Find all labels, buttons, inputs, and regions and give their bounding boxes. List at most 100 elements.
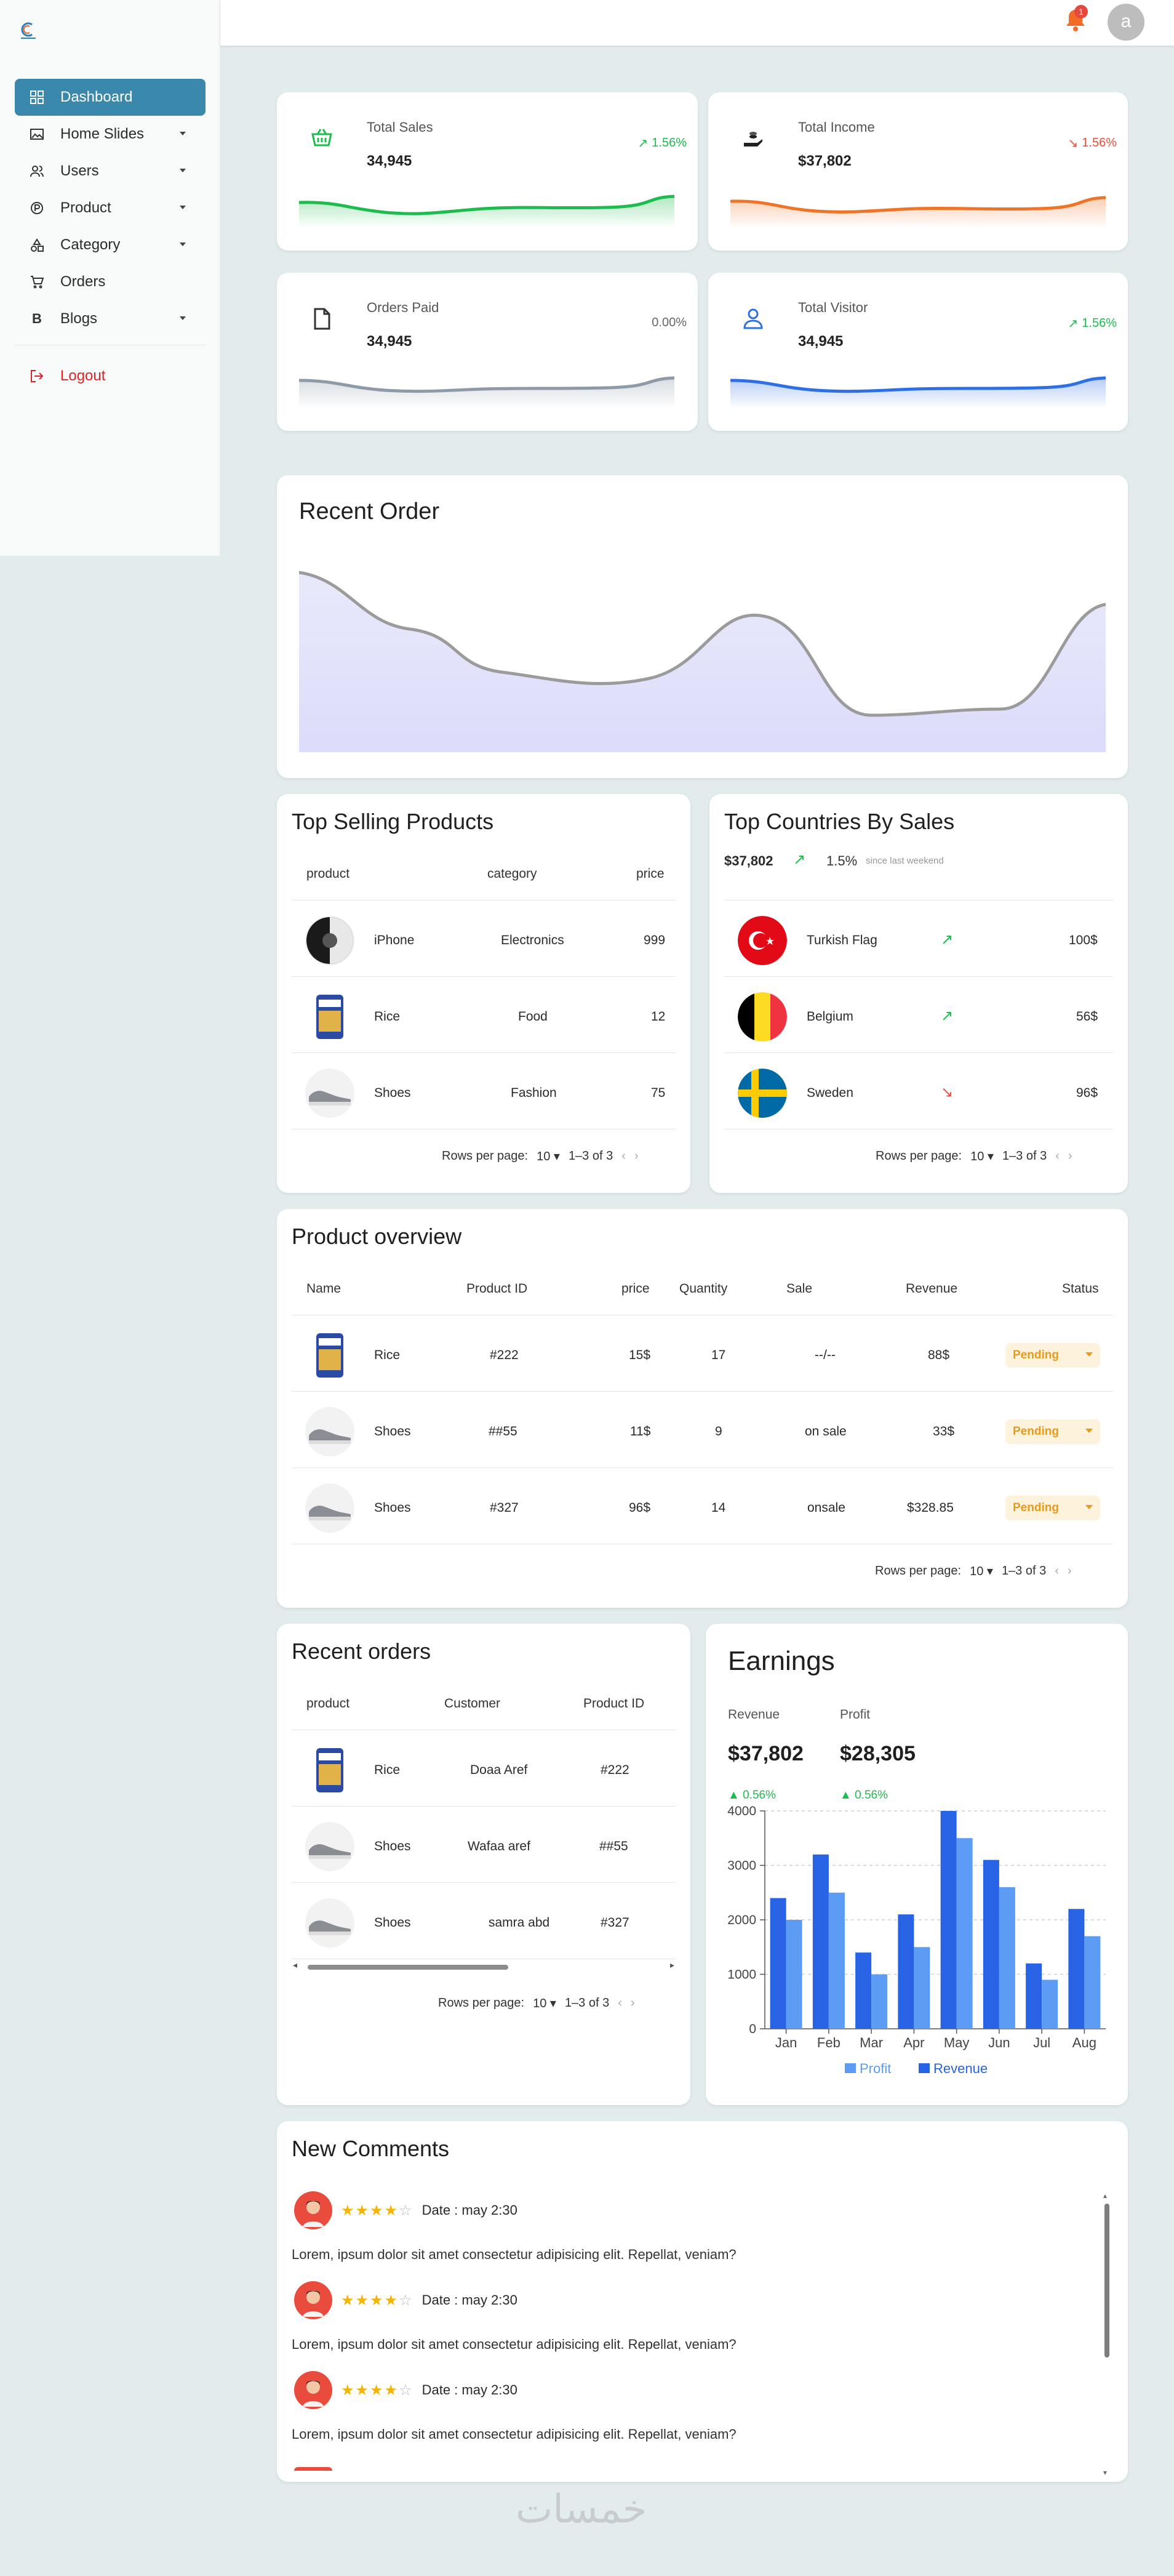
scroll-up-icon[interactable]: ▴ xyxy=(1103,2191,1107,2200)
scroll-right-icon[interactable]: ▸ xyxy=(670,1960,674,1970)
rows-per-page-select[interactable]: 10 ▾ xyxy=(533,1996,556,2011)
chevron-down-icon xyxy=(1085,1352,1093,1357)
comment-date: Date : may 2:30 xyxy=(421,2292,517,2308)
trend-up-icon: ↗ xyxy=(1068,317,1079,331)
rice-thumbnail xyxy=(305,992,354,1041)
column-header-revenue[interactable]: Revenue xyxy=(906,1282,957,1296)
sidebar-item-label: Product xyxy=(60,199,111,216)
card-title: Top Selling Products xyxy=(292,809,494,834)
column-header-product-id[interactable]: Product ID xyxy=(583,1696,644,1711)
x-tick-label: Jan xyxy=(775,2035,797,2050)
prev-page-button[interactable]: ‹ xyxy=(1055,1564,1059,1578)
customer-name: Doaa Aref xyxy=(470,1763,528,1777)
sidebar-item-home-slides[interactable]: Home Slides xyxy=(15,116,206,153)
column-header-price[interactable]: price xyxy=(621,1282,650,1296)
app-logo-icon[interactable] xyxy=(16,17,41,42)
next-page-button[interactable]: › xyxy=(634,1149,639,1163)
stat-card-total-sales: Total Sales 34,945 ↗ 1.56% xyxy=(277,92,698,251)
countries-since: since last weekend xyxy=(866,856,944,866)
table-pagination: Rows per page: 10 ▾ 1–3 of 3 ‹ › xyxy=(876,1149,1072,1164)
y-tick-label: 4000 xyxy=(727,1804,756,1818)
shoes-thumbnail xyxy=(305,1069,354,1118)
sidebar-item-product[interactable]: Product xyxy=(15,190,206,227)
row-divider xyxy=(724,900,1113,901)
product-name: Shoes xyxy=(374,1501,411,1515)
sidebar-item-dashboard[interactable]: Dashboard xyxy=(15,79,206,116)
column-header-product[interactable]: product xyxy=(306,1696,349,1711)
revenue-label: Revenue xyxy=(728,1707,780,1722)
user-icon xyxy=(743,308,763,329)
x-tick-label: Jul xyxy=(1033,2035,1050,2050)
watermark-logo: خمسات xyxy=(516,2487,647,2532)
profit-value: $28,305 xyxy=(840,1742,916,1765)
sidebar-item-blogs[interactable]: B Blogs xyxy=(15,300,206,337)
comment-date: Date : may 2:30 xyxy=(421,2382,517,2397)
bar-profit xyxy=(1042,1980,1058,2029)
rice-thumbnail xyxy=(305,1746,354,1795)
trend-down-icon: ↘ xyxy=(1068,137,1079,150)
stat-card-orders-paid: Orders Paid 34,945 0.00% xyxy=(277,273,698,431)
bar-profit xyxy=(914,1947,930,2029)
horizontal-scrollbar[interactable]: ◂ ▸ xyxy=(292,1960,676,1972)
next-page-button[interactable]: › xyxy=(1068,1564,1072,1578)
column-header-status[interactable]: Status xyxy=(1062,1282,1099,1296)
column-header-sale[interactable]: Sale xyxy=(786,1282,812,1296)
bar-revenue xyxy=(1026,1963,1042,2029)
chevron-down-icon xyxy=(180,169,186,172)
top-selling-card: Top Selling Products product category pr… xyxy=(277,794,690,1193)
column-header-quantity[interactable]: Quantity xyxy=(679,1282,727,1296)
card-title: Top Countries By Sales xyxy=(724,809,955,834)
scroll-left-icon[interactable]: ◂ xyxy=(293,1960,297,1970)
prev-page-button[interactable]: ‹ xyxy=(1055,1149,1060,1163)
column-header-category[interactable]: category xyxy=(487,867,537,881)
sidebar-item-orders[interactable]: Orders xyxy=(15,263,206,300)
stat-label: Total Income xyxy=(798,119,875,135)
bar-revenue xyxy=(983,1860,999,2029)
product-price: 999 xyxy=(644,933,666,947)
rows-per-page-select[interactable]: 10 ▾ xyxy=(970,1149,994,1164)
sidebar-item-category[interactable]: Category xyxy=(15,227,206,263)
scroll-down-icon[interactable]: ▾ xyxy=(1103,2468,1107,2477)
next-page-button[interactable]: › xyxy=(631,1996,635,2010)
new-comments-card: New Comments ★★★★☆ Date : may 2:30 Lorem… xyxy=(277,2121,1128,2482)
bar-revenue xyxy=(898,1914,914,2029)
stat-value: $37,802 xyxy=(798,153,852,169)
rows-per-page-select[interactable]: 10 ▾ xyxy=(970,1563,993,1579)
product-price: 11$ xyxy=(630,1424,651,1438)
product-id: #327 xyxy=(490,1501,519,1515)
status-select[interactable]: Pending xyxy=(1005,1496,1100,1520)
category-icon xyxy=(30,238,44,252)
scrollbar-thumb[interactable] xyxy=(1104,2204,1109,2357)
status-select[interactable]: Pending xyxy=(1005,1419,1100,1444)
stat-label: Total Visitor xyxy=(798,300,868,315)
x-tick-label: Jun xyxy=(988,2035,1010,2050)
column-header-name[interactable]: Name xyxy=(306,1282,341,1296)
vertical-scrollbar[interactable]: ▴ ▾ xyxy=(1101,2191,1112,2477)
status-select[interactable]: Pending xyxy=(1005,1343,1100,1368)
logout-button[interactable]: Logout xyxy=(15,358,206,395)
row-divider xyxy=(292,1806,676,1807)
column-header-product-id[interactable]: Product ID xyxy=(466,1282,527,1296)
logout-icon xyxy=(30,369,44,383)
scrollbar-thumb[interactable] xyxy=(308,1965,508,1970)
chevron-down-icon xyxy=(180,243,186,246)
legend-label: Revenue xyxy=(933,2061,988,2076)
next-page-button[interactable]: › xyxy=(1068,1149,1072,1163)
shoes-thumbnail xyxy=(305,1898,354,1948)
earnings-bar-chart: 0 1000 2000 3000 4000 Jan Feb Mar Apr May Jun Jul Au… xyxy=(727,1804,1106,2076)
stat-label: Orders Paid xyxy=(367,300,439,315)
prev-page-button[interactable]: ‹ xyxy=(618,1996,622,2010)
sparkline-orders xyxy=(299,376,674,409)
sidebar-item-users[interactable]: Users xyxy=(15,153,206,190)
product-name: Rice xyxy=(374,1348,401,1362)
user-avatar[interactable]: a xyxy=(1108,4,1144,41)
rows-per-page-select[interactable]: 10 ▾ xyxy=(537,1149,560,1164)
country-name: Sweden xyxy=(807,1086,853,1100)
column-header-customer[interactable]: Customer xyxy=(444,1696,500,1711)
sidebar-item-label: Users xyxy=(60,163,99,179)
coins-hand-icon xyxy=(744,132,762,146)
prev-page-button[interactable]: ‹ xyxy=(621,1149,626,1163)
stat-value: 34,945 xyxy=(367,153,412,169)
column-header-product[interactable]: product xyxy=(306,867,349,881)
column-header-price[interactable]: price xyxy=(636,867,665,881)
